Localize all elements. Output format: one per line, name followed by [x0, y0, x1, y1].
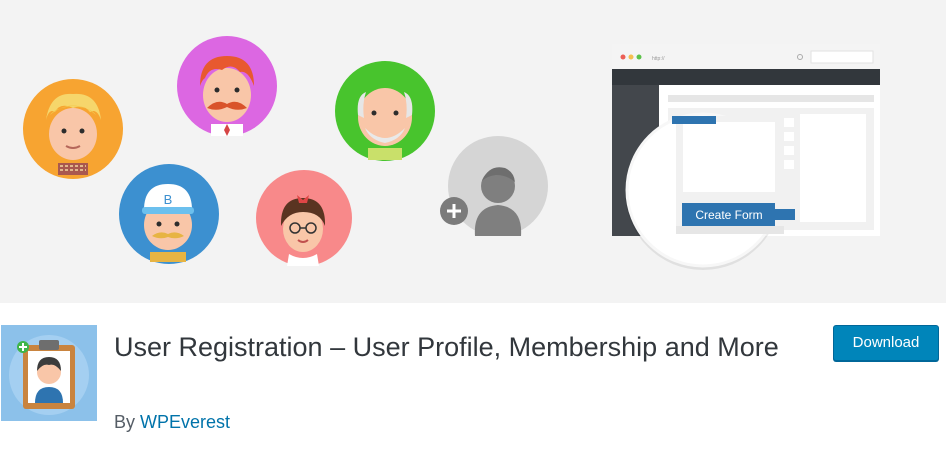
- avatar-pink-mustache-man: [177, 36, 277, 136]
- plugin-author: By WPEverest: [114, 412, 230, 433]
- add-user-plus-icon: [440, 197, 468, 225]
- svg-text:B: B: [164, 192, 173, 207]
- avatar-green-old-man: [335, 61, 435, 161]
- author-prefix: By: [114, 412, 136, 432]
- author-link[interactable]: WPEverest: [140, 412, 230, 432]
- banner-illustration: B http:// Create Form: [23, 36, 880, 270]
- clipboard-user-icon: [1, 325, 97, 421]
- download-button[interactable]: Download: [833, 325, 939, 361]
- plugin-title: User Registration – User Profile, Member…: [114, 332, 779, 362]
- avatar-orange-boy: [23, 79, 123, 179]
- plugin-banner: B http:// Create Form: [0, 0, 946, 303]
- mock-url-text: http://: [652, 56, 665, 62]
- avatar-blue-cap-man: B: [119, 164, 219, 264]
- plugin-icon: [1, 325, 97, 421]
- avatar-pink-girl: [256, 170, 352, 266]
- magnifier-lens: Create Form: [625, 112, 795, 270]
- mock-create-form-label: Create Form: [695, 208, 762, 222]
